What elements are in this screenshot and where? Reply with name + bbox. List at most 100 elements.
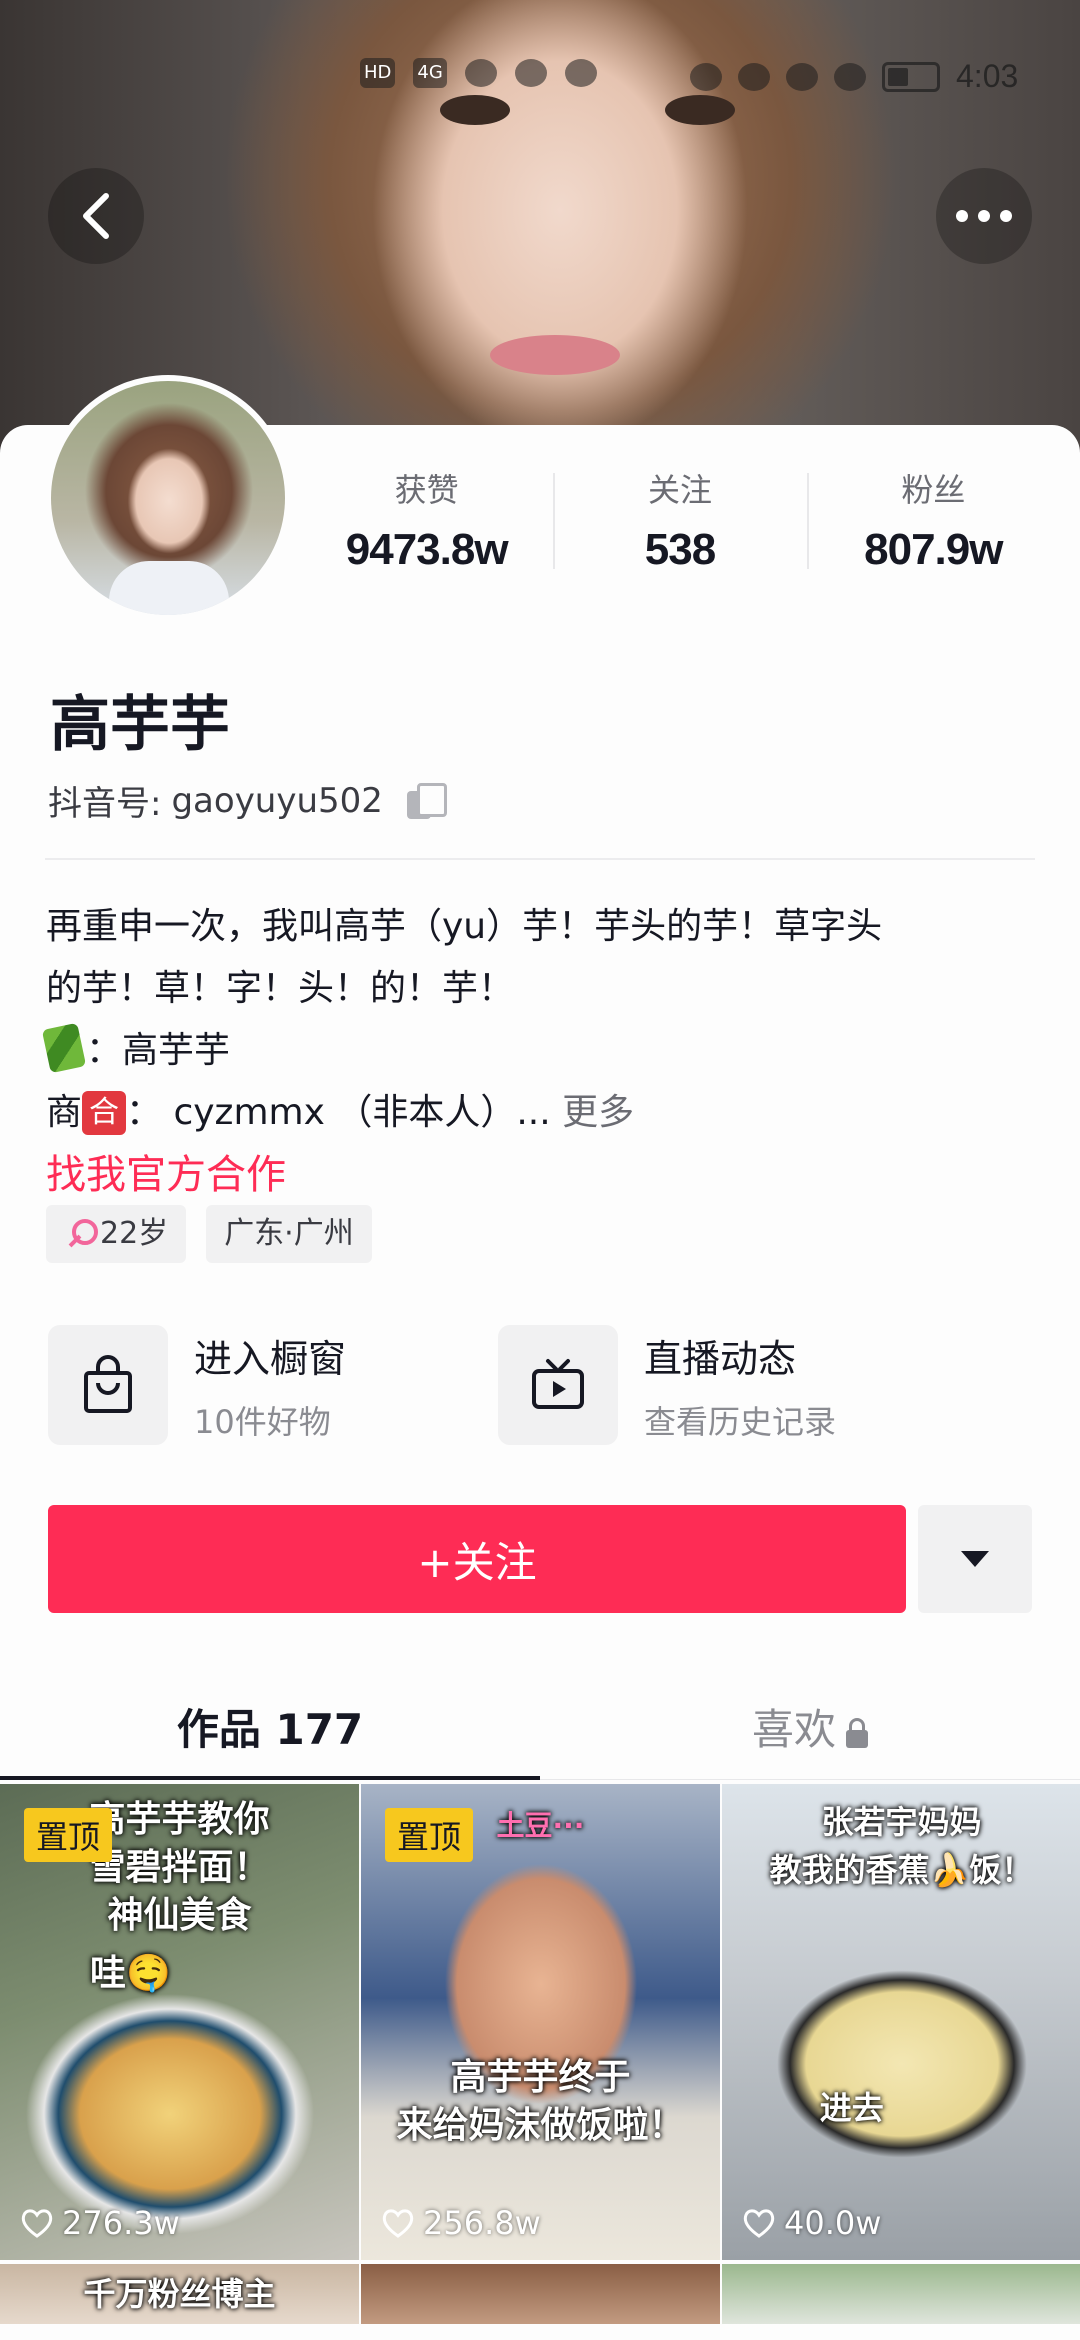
message-icon xyxy=(514,59,547,87)
tab-likes-label: 喜欢 xyxy=(751,1705,836,1754)
avatar-ring[interactable] xyxy=(45,375,291,621)
video-caption: 张若宇妈妈 教我的香蕉🍌饭！ xyxy=(722,1798,1080,1894)
bio-weibo-text: ：高芋芋 xyxy=(86,1030,231,1071)
bluetooth-icon xyxy=(786,62,818,91)
status-bar: HD 4G 4:03 xyxy=(0,58,1080,98)
profile-bio[interactable]: 再重申一次，我叫高芋（yu）芋！芋头的芋！草字头 的芋！草！字！头！的！芋！ ：… xyxy=(41,896,1046,1206)
eye-icon xyxy=(690,62,722,91)
tab-likes[interactable]: 喜欢 xyxy=(540,1696,1080,1757)
cover-eye-right xyxy=(665,95,735,125)
caption-line: 进去 xyxy=(819,2089,884,2127)
caption-line: 教我的香蕉🍌饭！ xyxy=(769,1851,1034,1889)
video-thumbnail[interactable]: 高芋芋教你 雪碧拌面！ 神仙美食 哇🤤 置顶 276.3w xyxy=(0,1784,359,2260)
back-button[interactable] xyxy=(48,168,144,264)
female-icon xyxy=(64,1219,98,1249)
scarf-emoji-icon xyxy=(41,1022,87,1074)
heart-icon xyxy=(743,2209,775,2238)
caption-line: 哇🤤 xyxy=(90,1953,171,1994)
cover-eye-left xyxy=(440,95,510,125)
caption-line: 神仙美食 xyxy=(107,1895,252,1936)
avatar-shirt xyxy=(109,561,229,615)
signal-icon: 4G xyxy=(413,58,447,88)
caret-down-icon xyxy=(961,1551,989,1567)
caption-line: 张若宇妈妈 xyxy=(821,1803,982,1841)
shop-window-shortcut[interactable]: 进入橱窗 10件好物 xyxy=(48,1325,458,1445)
more-options-button[interactable] xyxy=(936,168,1032,264)
video-like-count: 40.0w xyxy=(742,2204,881,2242)
more-dot-icon xyxy=(1000,210,1012,222)
follow-button[interactable]: +关注 xyxy=(48,1505,906,1613)
caption-line: 千万粉丝博主 xyxy=(83,2275,276,2313)
douyin-id-label: 抖音号: xyxy=(48,784,162,824)
tv-live-icon xyxy=(498,1325,618,1445)
like-count-value: 40.0w xyxy=(784,2204,882,2242)
shortcut-title: 进入橱窗 xyxy=(194,1336,347,1381)
more-dot-icon xyxy=(978,210,990,222)
like-count-value: 276.3w xyxy=(62,2204,180,2242)
shopping-bag-icon xyxy=(48,1325,168,1445)
lock-icon xyxy=(844,1718,868,1748)
shortcut-title: 直播动态 xyxy=(644,1336,797,1381)
video-like-count: 256.8w xyxy=(381,2204,541,2242)
stat-value: 807.9w xyxy=(864,525,1003,574)
profile-tags: 22岁 广东·广州 xyxy=(46,1205,372,1263)
bio-more-link[interactable]: 更多 xyxy=(562,1092,634,1133)
hand-icon xyxy=(564,59,597,87)
cloud-icon xyxy=(464,59,497,87)
tab-active-indicator xyxy=(0,1776,540,1780)
bio-biz-text: ： cyzmmx （非本人）... xyxy=(126,1092,551,1133)
pinned-badge: 置顶 xyxy=(385,1808,474,1862)
douyin-id-value: gaoyuyu502 xyxy=(171,780,383,821)
heart-icon xyxy=(21,2209,53,2238)
content-tabs: 作品 177 喜欢 xyxy=(0,1660,1080,1780)
douyin-id-row: 抖音号: gaoyuyu502 xyxy=(48,776,447,825)
live-history-shortcut[interactable]: 直播动态 查看历史记录 xyxy=(498,1325,908,1445)
age-tag: 22岁 xyxy=(46,1205,187,1263)
stat-label: 关注 xyxy=(647,471,712,509)
avatar[interactable] xyxy=(51,381,285,615)
shortcuts: 进入橱窗 10件好物 直播动态 查看历史记录 xyxy=(48,1325,908,1445)
profile-stats: 获赞 9473.8w 关注 538 粉丝 807.9w xyxy=(300,465,1060,585)
stat-followers[interactable]: 粉丝 807.9w xyxy=(806,465,1060,585)
video-thumbnail[interactable]: 千万粉丝博主 xyxy=(0,2264,359,2324)
bio-business-line: 商合： cyzmmx （非本人）... 更多 xyxy=(46,1082,1046,1144)
video-caption: 高芋芋终于 来给妈沫做饭啦！ xyxy=(361,2054,720,2150)
heart-icon xyxy=(382,2209,414,2238)
stat-following[interactable]: 关注 538 xyxy=(553,465,806,585)
shortcut-subtitle: 查看历史记录 xyxy=(644,1402,837,1441)
status-time: 4:03 xyxy=(956,58,1019,94)
location-tag-label: 广东·广州 xyxy=(224,1216,354,1251)
bio-biz-prefix: 商 xyxy=(46,1092,83,1133)
official-collab-link[interactable]: 找我官方合作 xyxy=(46,1144,1046,1206)
tab-works-label: 作品 177 xyxy=(176,1705,364,1754)
video-grid: 高芋芋教你 雪碧拌面！ 神仙美食 哇🤤 置顶 276.3w 土豆··· 高芋芋终… xyxy=(0,1784,1080,2324)
divider xyxy=(45,858,1035,860)
copy-icon[interactable] xyxy=(406,782,447,819)
video-thumbnail[interactable] xyxy=(361,2264,720,2324)
like-count-value: 256.8w xyxy=(423,2204,541,2242)
pinned-badge: 置顶 xyxy=(24,1808,113,1862)
tab-works[interactable]: 作品 177 xyxy=(0,1696,540,1757)
bio-weibo-line: ：高芋芋 xyxy=(41,1020,1046,1082)
stat-value: 9473.8w xyxy=(345,525,509,574)
shortcut-subtitle: 10件好物 xyxy=(194,1402,331,1441)
bio-line: 再重申一次，我叫高芋（yu）芋！芋头的芋！草字头 xyxy=(46,906,883,947)
video-thumbnail[interactable] xyxy=(722,2264,1080,2324)
caption-line: 来给妈沫做饭啦！ xyxy=(396,2105,685,2146)
stat-label: 粉丝 xyxy=(901,471,966,509)
video-like-count: 276.3w xyxy=(20,2204,180,2242)
bio-line: 的芋！草！字！头！的！芋！ xyxy=(46,968,515,1009)
vibrate-icon xyxy=(834,62,866,91)
cover-lips xyxy=(490,335,620,375)
recommend-dropdown-button[interactable] xyxy=(918,1505,1032,1613)
more-dot-icon xyxy=(956,210,968,222)
stat-label: 获赞 xyxy=(394,471,459,509)
stat-likes[interactable]: 获赞 9473.8w xyxy=(300,465,553,585)
video-thumbnail[interactable]: 土豆··· 高芋芋终于 来给妈沫做饭啦！ 置顶 256.8w xyxy=(361,1784,720,2260)
profile-name: 高芋芋 xyxy=(50,690,230,760)
he-badge-icon: 合 xyxy=(82,1091,127,1135)
video-thumbnail[interactable]: 张若宇妈妈 教我的香蕉🍌饭！ 进去 40.0w xyxy=(722,1784,1080,2260)
alarm-icon xyxy=(738,62,770,91)
hd-icon: HD xyxy=(360,58,396,88)
age-tag-label: 22岁 xyxy=(100,1216,169,1251)
